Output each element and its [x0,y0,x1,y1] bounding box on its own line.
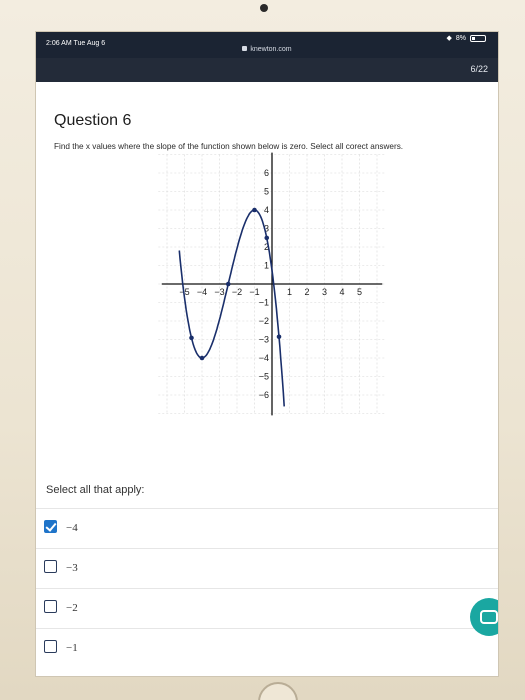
x-tick-label: −4 [197,287,207,297]
answer-label: −1 [66,642,78,654]
x-tick-label: 1 [287,287,292,297]
screen: 2:06 AM Tue Aug 6 knewton.com ◆ 8% 6/22 … [36,32,498,676]
select-label: Select all that apply: [46,484,145,496]
status-bar: 2:06 AM Tue Aug 6 knewton.com ◆ 8% [36,32,498,58]
x-tick-label: 4 [339,287,344,297]
y-tick-label: −3 [259,335,269,345]
y-tick-label: 4 [264,205,269,215]
y-tick-label: −1 [259,298,269,308]
answer-option[interactable]: −4 [36,508,498,548]
status-indicators: ◆ 8% [446,34,486,42]
y-tick-label: 1 [264,261,269,271]
answer-checkbox[interactable] [44,560,57,573]
x-tick-label: −3 [214,287,224,297]
battery-icon [470,34,486,42]
y-tick-label: 6 [264,168,269,178]
graph-svg: −5 −4 −3 −2 −1 1 2 3 4 5654321−1−2−3−4−5−6 [158,152,386,416]
url-text: knewton.com [250,46,292,53]
nav-bar: 6/22 [36,58,498,82]
answer-checkbox[interactable] [44,640,57,653]
curve-point [189,335,194,341]
x-tick-label: 5 [357,287,362,297]
curve-point [252,207,257,213]
url-bar[interactable]: knewton.com [36,46,498,53]
question-title: Question 6 [54,112,132,129]
function-graph: −5 −4 −3 −2 −1 1 2 3 4 5 6 5 4 3 2 1 −1 −2 −3 −4 −5 −6 [154,152,394,432]
x-tick-label: 3 [322,287,327,297]
wifi-icon: ◆ [446,35,452,42]
curve-point [225,281,231,287]
battery-percent: 8% [455,34,466,42]
y-tick-label: −6 [259,390,269,400]
x-tick-label: −2 [232,287,242,297]
answer-option[interactable]: −1 [36,628,498,668]
answer-checkbox[interactable] [44,600,57,613]
y-tick-label: 5 [264,187,269,197]
y-tick-label: −4 [259,353,269,363]
curve-point [276,334,282,340]
answer-checkbox[interactable] [44,520,57,533]
answer-option[interactable]: −3 [36,548,498,588]
curve-point [199,355,205,361]
x-tick-label: −1 [249,287,259,297]
question-prompt: Find the x values where the slope of the… [54,142,404,151]
y-tick-label: −5 [259,372,269,382]
question-content: Question 6 Find the x values where the s… [36,112,498,151]
answer-label: −4 [66,522,78,534]
answer-label: −3 [66,562,78,574]
curve-point [264,235,270,241]
chat-icon [480,610,498,624]
answer-label: −2 [66,602,78,614]
y-tick-label: −2 [259,316,269,326]
x-tick-label: 2 [304,287,309,297]
camera-icon [260,4,268,12]
answer-option[interactable]: −2 [36,588,498,628]
lock-icon [242,46,248,51]
question-progress: 6/22 [470,64,488,74]
